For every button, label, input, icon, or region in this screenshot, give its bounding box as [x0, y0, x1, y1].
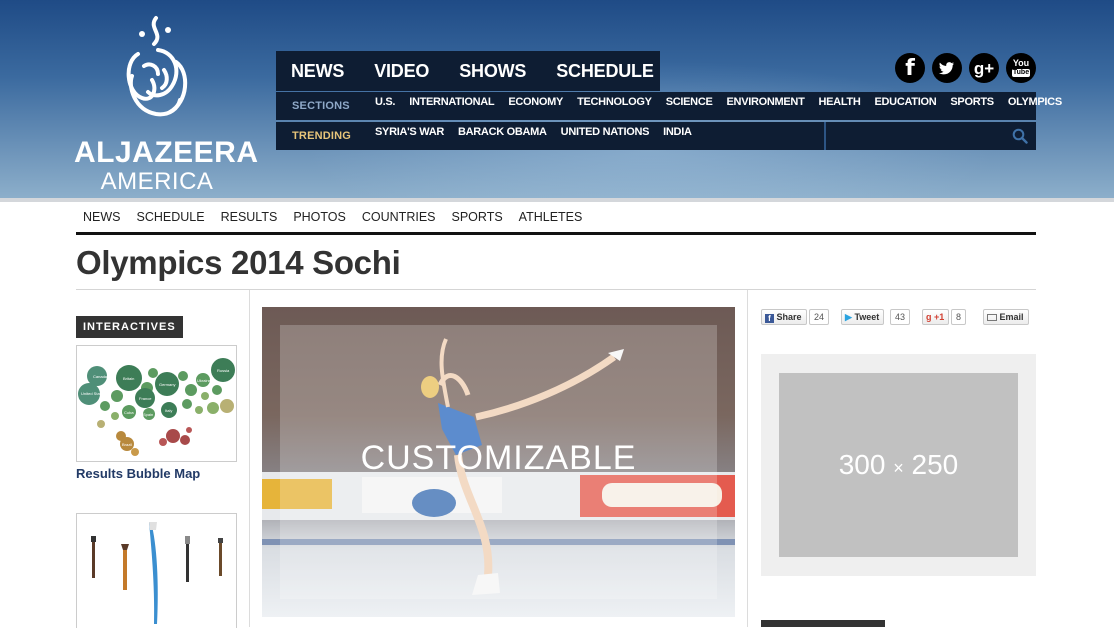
column-divider-right [747, 290, 748, 627]
bubble-label-ukraine: Ukraine [197, 378, 212, 383]
bubble-map-image: Canada United States Britain Germany Fra… [78, 358, 235, 456]
facebook-small-icon: f [765, 314, 774, 323]
trending-nav: TRENDING SYRIA'S WAR BARACK OBAMA UNITED… [276, 122, 1036, 150]
title-top-rule [76, 232, 1036, 235]
ad-width: 300 [838, 449, 886, 480]
trending-india[interactable]: INDIA [663, 126, 692, 138]
google-plus-glyph: g+ [973, 59, 995, 78]
torch-gallery-thumbnail[interactable] [76, 513, 237, 628]
ad-slot: 300 × 250 [761, 354, 1036, 576]
olympics-nav-athletes[interactable]: ATHLETES [519, 210, 583, 224]
section-sports[interactable]: SPORTS [950, 96, 994, 108]
section-international[interactable]: INTERNATIONAL [409, 96, 494, 108]
trending-label: TRENDING [292, 130, 352, 142]
bubble-label-canada: Canada [93, 374, 108, 379]
ad-times: × [893, 458, 904, 478]
bubble-label-russia: Russia [217, 368, 230, 373]
facebook-glyph: f [905, 56, 915, 81]
facebook-icon[interactable]: f [895, 53, 925, 83]
section-olympics[interactable]: OLYMPICS [1008, 96, 1062, 108]
envelope-icon [987, 314, 997, 321]
olympics-nav-sports[interactable]: SPORTS [452, 210, 503, 224]
twitter-bird-icon [939, 62, 954, 75]
column-divider-left [249, 290, 250, 627]
calligraphy-logo-icon [126, 16, 188, 117]
youtube-you: You [1012, 58, 1030, 68]
section-environment[interactable]: ENVIRONMENT [727, 96, 805, 108]
feature-label: CUSTOMIZABLE [360, 439, 637, 477]
olympics-nav: NEWS SCHEDULE RESULTS PHOTOS COUNTRIES S… [76, 210, 598, 224]
email-share-button[interactable]: Email [983, 309, 1029, 325]
facebook-share-button[interactable]: f Share [761, 309, 807, 325]
search-input[interactable] [824, 122, 1036, 150]
trending-barack-obama[interactable]: BARACK OBAMA [458, 126, 547, 138]
tweet-button[interactable]: ▶ Tweet [841, 309, 885, 325]
ad-placeholder[interactable]: 300 × 250 [779, 373, 1018, 557]
olympics-nav-news[interactable]: NEWS [83, 210, 121, 224]
olympics-nav-photos[interactable]: PHOTOS [293, 210, 346, 224]
site-logo[interactable]: ALJAZEERA AMERICA [74, 14, 259, 195]
bubble-label-france: France [139, 396, 152, 401]
bubble-label-britain: Britain [123, 376, 134, 381]
bubble-label-united-states: United States [81, 391, 105, 396]
main-nav-shows[interactable]: SHOWS [444, 61, 541, 82]
google-plus-one-count: 8 [951, 309, 967, 325]
bubble-label-cuba: Cuba [124, 410, 134, 415]
section-technology[interactable]: TECHNOLOGY [577, 96, 652, 108]
section-science[interactable]: SCIENCE [666, 96, 713, 108]
olympics-nav-countries[interactable]: COUNTRIES [362, 210, 436, 224]
sections-links: U.S. INTERNATIONAL ECONOMY TECHNOLOGY SC… [375, 96, 1076, 108]
interactives-label: INTERACTIVES [76, 316, 183, 338]
search-icon[interactable] [1012, 128, 1028, 144]
main-nav-schedule[interactable]: SCHEDULE [541, 61, 668, 82]
ad-height: 250 [911, 449, 959, 480]
bubble-label-spain: Spain [143, 412, 153, 417]
logo-wordmark: ALJAZEERA [74, 136, 259, 169]
site-header: ALJAZEERA AMERICA NEWS VIDEO SHOWS SCHED… [0, 0, 1114, 202]
feature-image[interactable]: CUSTOMIZABLE [262, 307, 735, 617]
main-nav-news[interactable]: NEWS [276, 61, 359, 82]
medal-winners-label-bar [761, 620, 885, 627]
sections-nav: SECTIONS U.S. INTERNATIONAL ECONOMY TECH… [276, 92, 1062, 120]
email-label: Email [999, 312, 1024, 322]
title-bottom-rule [76, 289, 1036, 290]
section-education[interactable]: EDUCATION [875, 96, 937, 108]
header-divider [0, 198, 1114, 202]
youtube-tube: Tube [1012, 69, 1030, 77]
bubble-label-brazil: Brazil [122, 442, 132, 447]
section-economy[interactable]: ECONOMY [508, 96, 563, 108]
bubble-map-thumbnail[interactable]: Canada United States Britain Germany Fra… [76, 345, 237, 462]
twitter-icon[interactable] [932, 53, 962, 83]
twitter-small-icon: ▶ [845, 312, 852, 322]
trending-syrias-war[interactable]: SYRIA'S WAR [375, 126, 444, 138]
main-nav: NEWS VIDEO SHOWS SCHEDULE [276, 51, 660, 91]
olympics-nav-schedule[interactable]: SCHEDULE [137, 210, 205, 224]
section-health[interactable]: HEALTH [819, 96, 861, 108]
sections-label: SECTIONS [292, 100, 350, 112]
olympics-nav-results[interactable]: RESULTS [221, 210, 278, 224]
google-plus-one-button[interactable]: g +1 [922, 309, 950, 325]
tweet-count: 43 [890, 309, 911, 325]
bubble-label-italy: Italy [165, 408, 172, 413]
google-plus-small-icon: g [926, 312, 932, 322]
torch-gallery-image [91, 522, 223, 624]
youtube-icon[interactable]: You Tube [1006, 53, 1036, 83]
section-us[interactable]: U.S. [375, 96, 396, 108]
bubble-label-germany: Germany [159, 382, 175, 387]
facebook-share-count: 24 [809, 309, 830, 325]
trending-united-nations[interactable]: UNITED NATIONS [561, 126, 650, 138]
trending-links: SYRIA'S WAR BARACK OBAMA UNITED NATIONS … [375, 126, 706, 138]
google-plus-one-label: +1 [934, 312, 945, 322]
google-plus-icon[interactable]: g+ [969, 53, 999, 83]
facebook-share-label: Share [776, 312, 802, 322]
tweet-label: Tweet [854, 312, 880, 322]
bubble-map-link[interactable]: Results Bubble Map [76, 466, 200, 481]
page-title: Olympics 2014 Sochi [76, 244, 401, 281]
logo-subtitle: AMERICA [100, 168, 214, 195]
main-nav-video[interactable]: VIDEO [359, 61, 444, 82]
